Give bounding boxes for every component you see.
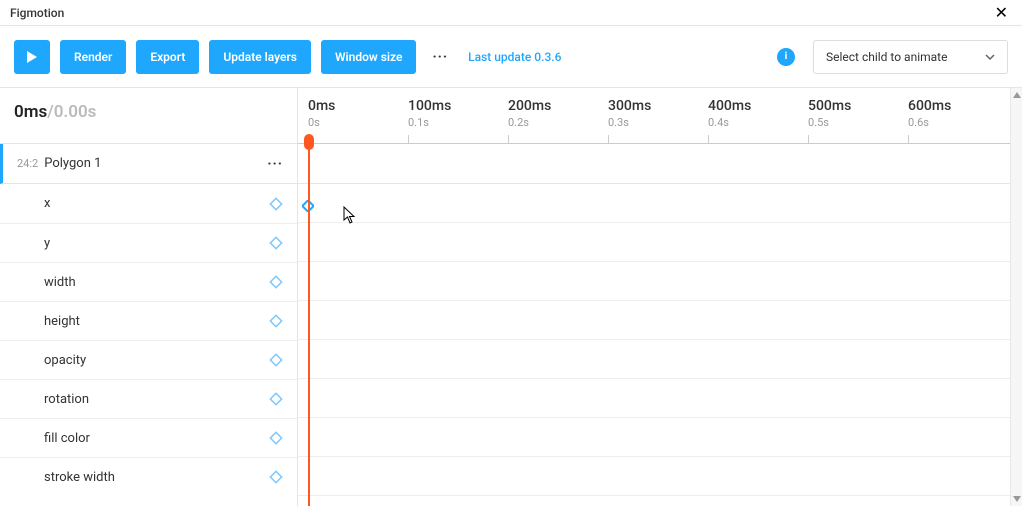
property-row[interactable]: x [0,184,297,223]
main-area: 0ms / 0.00s 24:2 Polygon 1 ··· x y width he… [0,88,1022,506]
timeline-area[interactable]: 0ms0s100ms0.1s200ms0.2s300ms0.3s400ms0.4… [298,88,1022,506]
property-name: width [44,275,269,290]
add-keyframe-button[interactable] [269,431,283,445]
tick-s: 0.5s [808,116,851,129]
time-s: 0.00s [54,102,97,122]
track-row[interactable] [298,301,1022,340]
playhead-grip[interactable] [304,134,314,150]
track-header-row [298,144,1022,184]
ruler-tick: 0ms0s [308,98,335,129]
add-keyframe-button[interactable] [269,392,283,406]
track-row[interactable] [298,262,1022,301]
update-layers-button[interactable]: Update layers [209,40,311,74]
property-row[interactable]: height [0,301,297,340]
child-select-dropdown[interactable]: Select child to animate [813,40,1008,74]
property-row[interactable]: rotation [0,379,297,418]
property-row[interactable]: stroke width [0,457,297,496]
track-row[interactable] [298,418,1022,457]
ruler-tick: 300ms 0.3s [608,98,651,129]
scrollbar-up-icon[interactable] [1011,88,1022,102]
left-column: 0ms / 0.00s 24:2 Polygon 1 ··· x y width he… [0,88,298,506]
tick-ms: 400ms [708,98,751,114]
property-name: x [44,196,269,211]
app-title: Figmotion [10,6,64,20]
tick-s: 0.4s [708,116,751,129]
toolbar: Render Export Update layers Window size … [0,26,1022,88]
add-keyframe-button[interactable] [269,275,283,289]
property-row[interactable]: y [0,223,297,262]
property-name: height [44,314,269,329]
playhead-line [308,144,310,506]
property-row[interactable]: fill color [0,418,297,457]
scrollbar-down-icon[interactable] [1011,492,1022,506]
property-name: rotation [44,392,269,407]
property-name: stroke width [44,470,269,485]
tick-ms: 200ms [508,98,551,114]
ruler-tick: 500ms 0.5s [808,98,851,129]
close-icon[interactable]: ✕ [991,5,1012,21]
child-select-label: Select child to animate [826,50,947,64]
render-button[interactable]: Render [60,40,126,74]
track-row[interactable] [298,223,1022,262]
track-row[interactable] [298,379,1022,418]
tick-ms: 500ms [808,98,851,114]
time-ms: 0ms [14,102,47,122]
track-row[interactable] [298,184,1022,223]
tick-ms: 100ms [408,98,451,114]
window-size-button[interactable]: Window size [321,40,416,74]
track-row[interactable] [298,457,1022,496]
property-name: opacity [44,353,269,368]
add-keyframe-button[interactable] [269,236,283,250]
tick-s: 0.2s [508,116,551,129]
add-keyframe-button[interactable] [269,353,283,367]
time-ruler[interactable]: 0ms0s100ms0.1s200ms0.2s300ms0.3s400ms0.4… [298,88,1022,144]
layer-id: 24:2 [17,157,38,170]
property-row[interactable]: width [0,262,297,301]
tick-s: 0s [308,116,335,129]
tick-s: 0.1s [408,116,451,129]
tick-ms: 0ms [308,98,335,114]
property-name: y [44,236,269,251]
layer-more-icon[interactable]: ··· [267,156,283,172]
add-keyframe-button[interactable] [269,470,283,484]
title-bar: Figmotion ✕ [0,0,1022,26]
ruler-tick: 200ms 0.2s [508,98,551,129]
chevron-down-icon [985,54,995,60]
add-keyframe-button[interactable] [269,197,283,211]
tick-s: 0.6s [908,116,951,129]
more-menu-icon[interactable]: ··· [426,49,454,65]
play-icon [27,51,37,63]
layer-row[interactable]: 24:2 Polygon 1 ··· [0,144,297,184]
tick-ms: 300ms [608,98,651,114]
property-list: x y width height opacity rotation fill color st… [0,184,297,496]
info-icon[interactable]: i [777,48,795,66]
tick-ms: 600ms [908,98,951,114]
layer-name: Polygon 1 [44,156,267,171]
tick-s: 0.3s [608,116,651,129]
ruler-tick: 100ms 0.1s [408,98,451,129]
ruler-tick: 600ms 0.6s [908,98,951,129]
scrollbar[interactable] [1010,88,1022,506]
property-row[interactable]: opacity [0,340,297,379]
cursor-icon [343,206,357,228]
last-update-link[interactable]: Last update 0.3.6 [468,50,561,64]
ruler-tick: 400ms 0.4s [708,98,751,129]
export-button[interactable]: Export [136,40,199,74]
add-keyframe-button[interactable] [269,314,283,328]
property-name: fill color [44,431,269,446]
tracks [298,144,1022,496]
time-display: 0ms / 0.00s [0,88,297,144]
play-button[interactable] [14,40,50,74]
track-row[interactable] [298,340,1022,379]
